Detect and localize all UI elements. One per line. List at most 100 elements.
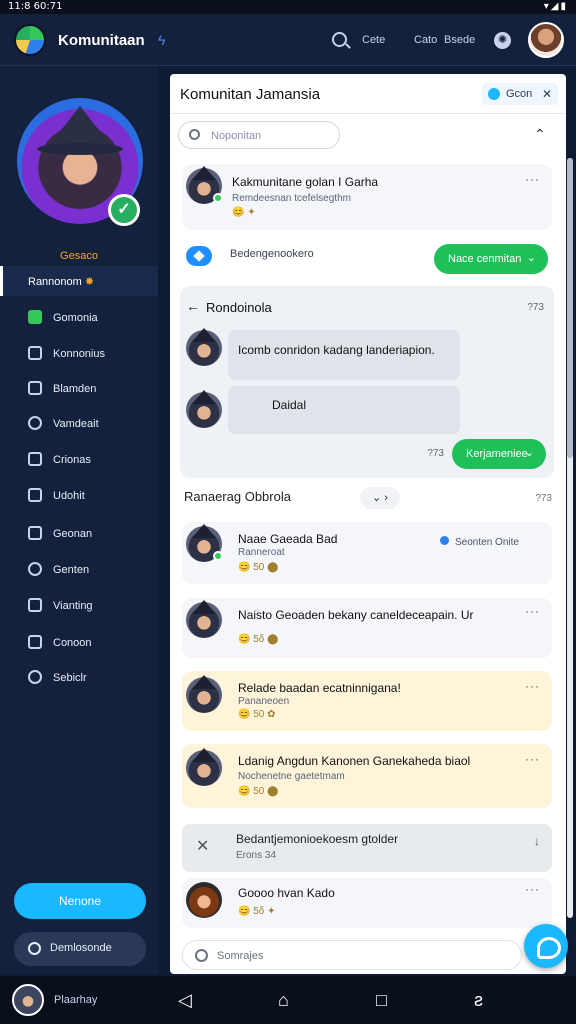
chevron-down-icon: ⌄	[526, 252, 536, 264]
post-title: Relade baadan ecatninnigana!	[238, 681, 401, 695]
bolt-icon: ϟ	[158, 32, 166, 48]
scrollbar-thumb[interactable]	[567, 158, 573, 458]
thread-count: ?73	[527, 302, 544, 313]
user-row-label: Rannonom	[28, 276, 82, 288]
reply-button[interactable]: Kerjameniee ⌄	[452, 439, 546, 469]
more-icon[interactable]: ···	[525, 679, 540, 693]
community-icon	[28, 346, 42, 360]
avatar	[186, 524, 223, 562]
section-dropdown[interactable]: ⌄ ›	[360, 487, 400, 509]
toggle-switch[interactable]	[186, 246, 212, 266]
profile-avatar-small[interactable]	[12, 984, 44, 1016]
profile-label: Plaarhay	[54, 994, 98, 1006]
post-card[interactable]: Naae Gaeada Bad Ranneroat 😊 50 ⬤ Seonten…	[182, 522, 552, 584]
search-icon	[189, 129, 200, 140]
recents-icon[interactable]: □	[376, 990, 387, 1011]
post-subtitle: Ranneroat	[238, 547, 285, 558]
house-icon	[28, 488, 42, 502]
sidebar-item-1[interactable]: Konnonius	[0, 342, 158, 366]
system-nav-bar: Plaarhay ◁ ⌂ □ ƨ	[0, 976, 576, 1024]
post-card[interactable]: Goooo hvan Kado 😊 5δ ✦ ···	[182, 878, 552, 928]
assistant-icon[interactable]: ƨ	[474, 990, 483, 1011]
secondary-button[interactable]: Demlosonde	[14, 932, 146, 966]
verified-check-icon: ✓	[108, 194, 140, 226]
online-indicator	[213, 551, 223, 561]
home-icon[interactable]: ⌂	[278, 990, 289, 1011]
more-icon[interactable]: ···	[525, 882, 540, 896]
status-icons: ▾◢▮	[543, 1, 568, 12]
appbar-action-2[interactable]: Cato	[414, 34, 437, 46]
sidebar: ✓ Gesaco Rannonom ✸ Gomonia Konnonius Bl…	[0, 66, 158, 974]
status-time: 11:8 60:71	[8, 1, 63, 12]
sidebar-item-7[interactable]: Genten	[0, 558, 158, 582]
post-subtitle: Pananeoen	[238, 696, 290, 707]
sidebar-item-2[interactable]: Blamden	[0, 377, 158, 401]
post-card[interactable]: Kakmunitane golan I Garha Remdeesnan tce…	[182, 164, 552, 230]
close-icon[interactable]: ✕	[542, 87, 552, 101]
sidebar-item-label: Gomonia	[53, 312, 98, 324]
info-icon	[195, 949, 208, 962]
banner-subtitle: Erons 34	[236, 850, 277, 861]
chip-icon	[488, 88, 500, 100]
sidebar-item-9[interactable]: Conoon	[0, 631, 158, 655]
profile-username: Gesaco	[60, 250, 98, 262]
more-icon[interactable]: ···	[525, 172, 540, 186]
header-chip[interactable]: Gcon ✕	[482, 83, 558, 105]
avatar	[186, 390, 222, 428]
new-button[interactable]: Nenone	[14, 883, 146, 919]
back-arrow-icon[interactable]: ←	[186, 298, 200, 314]
compose-fab-button[interactable]	[524, 924, 568, 968]
post-title: Naisto Geoaden bekany caneldeceapain. Ur	[238, 608, 474, 622]
search-input[interactable]: Noponitan	[178, 121, 340, 149]
avatar	[186, 748, 222, 786]
avatar	[186, 166, 223, 204]
search-icon[interactable]	[332, 32, 347, 47]
appbar-action-3[interactable]: Bsede	[444, 34, 475, 46]
collapse-icon[interactable]: ⌃	[534, 126, 546, 143]
banner-title: Bedantjemonioekoesm gtolder	[236, 832, 399, 846]
target-icon	[28, 416, 42, 430]
home-icon	[28, 310, 42, 324]
sidebar-item-label: Genten	[53, 564, 90, 576]
follow-button[interactable]: Nace cenmitan ⌄	[434, 244, 548, 274]
thread-count-2: ?73	[427, 448, 444, 459]
sidebar-item-3[interactable]: Vamdeait	[0, 412, 158, 436]
online-label: Seonten Onite	[455, 537, 519, 548]
sidebar-item-label: Vamdeait	[53, 418, 99, 430]
sidebar-item-label: Konnonius	[53, 348, 105, 360]
sidebar-item-4[interactable]: Crionas	[0, 448, 158, 472]
chat-icon	[28, 562, 42, 576]
more-icon[interactable]: ···	[525, 604, 540, 618]
sidebar-item-10[interactable]: Sebiclr	[0, 666, 158, 690]
post-card-highlighted[interactable]: Ldanig Angdun Kanonen Ganekaheda biaol N…	[182, 744, 552, 808]
sidebar-item-label: Blamden	[53, 383, 97, 395]
section-title: Ranaerag Obbrola	[184, 489, 291, 504]
sidebar-item-5[interactable]: Udohit	[0, 484, 158, 508]
post-card-highlighted[interactable]: Relade baadan ecatninnigana! Pananeoen 😊…	[182, 671, 552, 731]
app-logo-icon[interactable]	[14, 24, 46, 56]
sidebar-item-8[interactable]: Vianting	[0, 594, 158, 618]
sidebar-item-label: Geonan	[53, 528, 93, 540]
compose-input[interactable]: Somrajes	[182, 940, 522, 970]
arrow-down-icon[interactable]: ↓	[534, 834, 540, 848]
feather-icon	[28, 381, 42, 395]
sidebar-user-row[interactable]: Rannonom ✸	[0, 266, 158, 296]
appbar-action-1[interactable]: Cete	[362, 34, 385, 46]
message-bubble: Icomb conridon kadang landeriapion.	[228, 330, 460, 380]
back-icon[interactable]: ◁	[178, 990, 192, 1011]
sidebar-item-0[interactable]: Gomonia	[0, 306, 158, 330]
post-title: Ldanig Angdun Kanonen Ganekaheda biaol	[238, 754, 471, 768]
spark-icon: ✸	[84, 276, 95, 288]
search-placeholder: Noponitan	[211, 130, 262, 142]
app-bar: Komunitaan ϟ Cete Cato Bsede ✺	[0, 14, 576, 66]
user-avatar[interactable]	[528, 22, 564, 58]
toggle-label: Bedengenookero	[230, 248, 314, 260]
sidebar-item-6[interactable]: Geonan	[0, 522, 158, 546]
online-dot-icon	[440, 536, 449, 545]
more-icon[interactable]: ···	[525, 752, 540, 766]
follow-button-label: Nace cenmitan	[448, 253, 522, 265]
post-card[interactable]: Naisto Geoaden bekany caneldeceapain. Ur…	[182, 598, 552, 658]
close-icon[interactable]: ✕	[196, 836, 209, 856]
settings-icon[interactable]: ✺	[494, 32, 511, 49]
post-reactions: 😊 5δ ⬤	[238, 634, 279, 645]
